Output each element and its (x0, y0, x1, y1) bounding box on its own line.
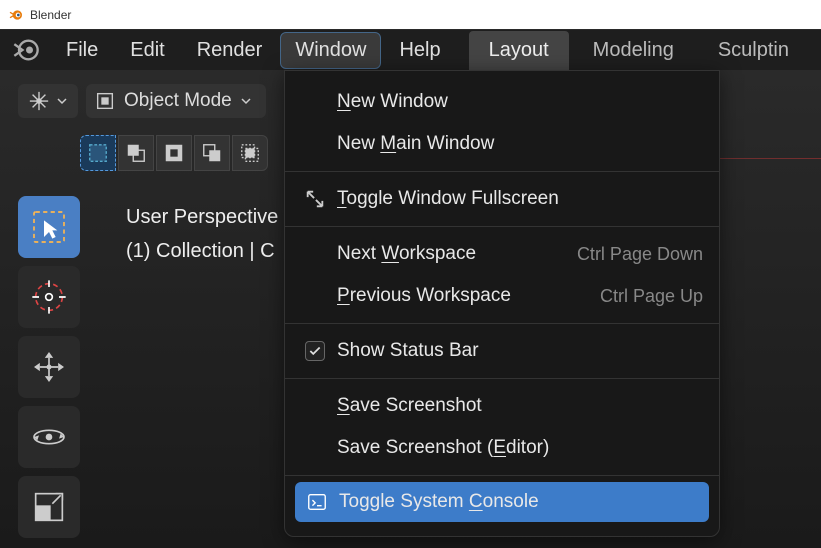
menu-item-label: Save Screenshot (Editor) (337, 437, 703, 459)
menu-toggle-fullscreen[interactable]: Toggle Window Fullscreen (285, 178, 719, 220)
menu-item-label: New Window (337, 91, 703, 113)
select-box-tool[interactable] (18, 196, 80, 258)
topbar: File Edit Render Window Help Layout Mode… (0, 29, 821, 70)
tab-sculpting[interactable]: Sculptin (698, 31, 809, 70)
blender-main-icon[interactable] (12, 36, 40, 64)
menu-separator (285, 171, 719, 172)
menu-new-main-window[interactable]: New Main Window (285, 123, 719, 165)
menu-save-screenshot[interactable]: Save Screenshot (285, 385, 719, 427)
move-tool[interactable] (18, 336, 80, 398)
menu-new-window[interactable]: New Window (285, 81, 719, 123)
viewport-perspective-label: User Perspective (126, 200, 278, 234)
select-subtract-button[interactable] (156, 135, 192, 171)
menu-help[interactable]: Help (385, 33, 454, 68)
menu-separator (285, 323, 719, 324)
window-dropdown-menu: New Window New Main Window Toggle Window… (284, 70, 720, 537)
cursor-tool[interactable] (18, 266, 80, 328)
chevron-down-icon (56, 95, 68, 107)
menu-file[interactable]: File (52, 33, 112, 68)
mode-dropdown[interactable]: Object Mode (86, 84, 266, 118)
menu-shortcut: Ctrl Page Up (600, 286, 703, 307)
menu-item-label: Show Status Bar (337, 340, 703, 362)
menu-next-workspace[interactable]: Next Workspace Ctrl Page Down (285, 233, 719, 275)
header-toolbar: Object Mode (18, 84, 266, 118)
menu-item-label: Previous Workspace (337, 285, 600, 307)
menu-toggle-system-console[interactable]: Toggle System Console (295, 482, 709, 522)
fullscreen-icon (301, 188, 329, 210)
menu-separator (285, 378, 719, 379)
select-intersect-button[interactable] (232, 135, 268, 171)
checkbox-checked-icon (305, 341, 325, 361)
select-new-button[interactable] (80, 135, 116, 171)
tab-layout[interactable]: Layout (469, 31, 569, 70)
menu-item-label: Toggle Window Fullscreen (337, 188, 703, 210)
menu-item-label: Toggle System Console (339, 491, 701, 513)
pivot-icon (28, 90, 50, 112)
menu-window[interactable]: Window (280, 32, 381, 69)
object-mode-icon (94, 90, 116, 112)
menu-item-label: Next Workspace (337, 243, 577, 265)
menu-edit[interactable]: Edit (116, 33, 178, 68)
select-extend-button[interactable] (118, 135, 154, 171)
titlebar: Blender (0, 0, 821, 29)
menu-separator (285, 475, 719, 476)
menu-item-label: Save Screenshot (337, 395, 703, 417)
menu-shortcut: Ctrl Page Down (577, 244, 703, 265)
rotate-tool[interactable] (18, 406, 80, 468)
menu-show-status-bar[interactable]: Show Status Bar (285, 330, 719, 372)
tab-modeling[interactable]: Modeling (573, 31, 694, 70)
selection-mode-buttons (80, 135, 268, 171)
viewport-info: User Perspective (1) Collection | C (126, 200, 278, 268)
console-icon (303, 491, 331, 513)
menu-render[interactable]: Render (183, 33, 277, 68)
mode-label: Object Mode (124, 90, 232, 112)
viewport-collection-label: (1) Collection | C (126, 234, 278, 268)
chevron-down-icon (240, 95, 252, 107)
left-toolbar (18, 196, 80, 538)
blender-logo-icon (8, 7, 24, 23)
select-invert-button[interactable] (194, 135, 230, 171)
workspace: Object Mode (0, 70, 821, 548)
window-title: Blender (30, 8, 71, 22)
menu-save-screenshot-editor[interactable]: Save Screenshot (Editor) (285, 427, 719, 469)
menu-item-label: New Main Window (337, 133, 703, 155)
scale-tool[interactable] (18, 476, 80, 538)
menu-separator (285, 226, 719, 227)
menu-prev-workspace[interactable]: Previous Workspace Ctrl Page Up (285, 275, 719, 317)
pivot-dropdown[interactable] (18, 84, 78, 118)
